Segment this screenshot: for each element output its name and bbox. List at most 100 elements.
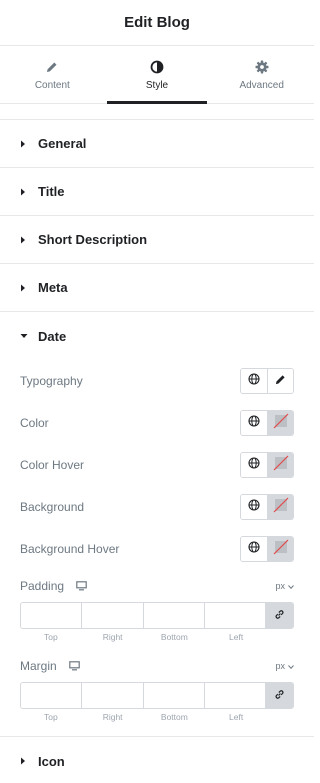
caret-right-icon — [20, 757, 30, 765]
margin-left-input[interactable] — [204, 683, 266, 708]
margin-bottom-label: Bottom — [160, 712, 188, 722]
background-hover-buttons — [240, 536, 294, 562]
globe-icon — [248, 498, 260, 516]
globe-icon — [248, 540, 260, 558]
margin-top-input[interactable] — [21, 683, 83, 708]
section-icon-label: Icon — [38, 753, 65, 769]
global-typography-button[interactable] — [241, 369, 267, 393]
caret-right-icon — [20, 140, 30, 148]
padding-bottom-input[interactable] — [143, 603, 205, 628]
global-background-hover-button[interactable] — [241, 537, 267, 561]
margin-link-button[interactable] — [266, 683, 293, 708]
unset-color-icon — [273, 539, 289, 560]
global-color-hover-button[interactable] — [241, 453, 267, 477]
caret-right-icon — [20, 284, 30, 292]
section-general[interactable]: General — [0, 120, 314, 168]
section-short-description-label: Short Description — [38, 232, 148, 247]
section-date-label: Date — [38, 328, 67, 344]
section-general-label: General — [38, 136, 87, 151]
link-icon — [274, 687, 285, 705]
margin-right-input[interactable] — [82, 683, 144, 708]
panel-tabs: Content Style Advanced — [0, 46, 314, 104]
section-title[interactable]: Title — [0, 168, 314, 216]
pencil-icon — [275, 372, 286, 390]
global-color-button[interactable] — [241, 411, 267, 435]
margin-label: Margin — [20, 659, 57, 673]
globe-icon — [248, 414, 260, 432]
padding-right-input[interactable] — [82, 603, 144, 628]
margin-bottom-input[interactable] — [143, 683, 205, 708]
padding-input-labels: Top Right Bottom Left — [20, 632, 294, 642]
link-icon — [274, 607, 285, 625]
tab-advanced-label: Advanced — [239, 80, 284, 91]
typography-control: Typography — [20, 360, 294, 402]
color-hover-control: Color Hover — [20, 444, 294, 486]
color-control: Color — [20, 402, 294, 444]
caret-down-icon — [20, 333, 30, 339]
section-title-label: Title — [38, 184, 65, 199]
tab-advanced[interactable]: Advanced — [209, 46, 314, 103]
padding-unit-select[interactable]: px — [275, 581, 294, 591]
background-hover-picker-swatch[interactable] — [267, 537, 293, 561]
unset-color-icon — [273, 497, 289, 518]
chevron-down-icon — [288, 581, 294, 591]
color-buttons — [240, 410, 294, 436]
panel-header: Edit Blog — [0, 0, 314, 46]
padding-bottom-label: Bottom — [160, 632, 188, 642]
padding-header: Padding px — [20, 574, 294, 598]
section-meta[interactable]: Meta — [0, 264, 314, 312]
contrast-icon — [150, 60, 164, 74]
margin-left-label: Left — [229, 712, 244, 722]
desktop-icon[interactable] — [76, 581, 87, 591]
padding-top-label: Top — [44, 632, 58, 642]
unset-color-icon — [273, 413, 289, 434]
margin-inputs — [20, 682, 294, 709]
color-label: Color — [20, 416, 49, 430]
padding-right-label: Right — [102, 632, 123, 642]
padding-inputs — [20, 602, 294, 629]
padding-unit-value: px — [275, 581, 285, 591]
global-background-button[interactable] — [241, 495, 267, 519]
padding-label: Padding — [20, 579, 65, 593]
caret-right-icon — [20, 236, 30, 244]
desktop-icon[interactable] — [68, 661, 80, 671]
tabs-spacer — [0, 104, 314, 120]
tab-content-label: Content — [34, 80, 70, 91]
color-picker-swatch[interactable] — [267, 411, 293, 435]
margin-unit-select[interactable]: px — [275, 661, 294, 671]
margin-right-label: Right — [102, 712, 123, 722]
section-icon[interactable]: Icon — [0, 737, 314, 783]
globe-icon — [248, 456, 260, 474]
section-date[interactable]: Date — [0, 312, 314, 360]
gear-icon — [255, 60, 269, 74]
background-label: Background — [20, 500, 85, 514]
pencil-icon — [46, 60, 58, 74]
background-hover-label: Background Hover — [20, 542, 120, 556]
typography-buttons — [240, 368, 294, 394]
padding-left-label: Left — [229, 632, 244, 642]
padding-link-button[interactable] — [266, 603, 293, 628]
color-hover-buttons — [240, 452, 294, 478]
tab-style[interactable]: Style — [105, 46, 210, 104]
background-buttons — [240, 494, 294, 520]
tab-content[interactable]: Content — [0, 46, 105, 103]
color-hover-picker-swatch[interactable] — [267, 453, 293, 477]
margin-top-label: Top — [44, 712, 58, 722]
section-meta-label: Meta — [38, 280, 68, 295]
chevron-down-icon — [288, 661, 294, 671]
panel-title: Edit Blog — [124, 14, 190, 31]
padding-left-input[interactable] — [204, 603, 266, 628]
tab-style-label: Style — [145, 80, 169, 91]
color-hover-label: Color Hover — [20, 458, 85, 472]
margin-input-labels: Top Right Bottom Left — [20, 712, 294, 736]
globe-icon — [248, 372, 260, 390]
typography-label: Typography — [20, 374, 83, 388]
padding-top-input[interactable] — [21, 603, 83, 628]
background-control: Background — [20, 486, 294, 528]
section-short-description[interactable]: Short Description — [0, 216, 314, 264]
background-hover-control: Background Hover — [20, 528, 294, 570]
background-picker-swatch[interactable] — [267, 495, 293, 519]
unset-color-icon — [273, 455, 289, 476]
edit-typography-button[interactable] — [267, 369, 293, 393]
caret-right-icon — [20, 188, 30, 196]
